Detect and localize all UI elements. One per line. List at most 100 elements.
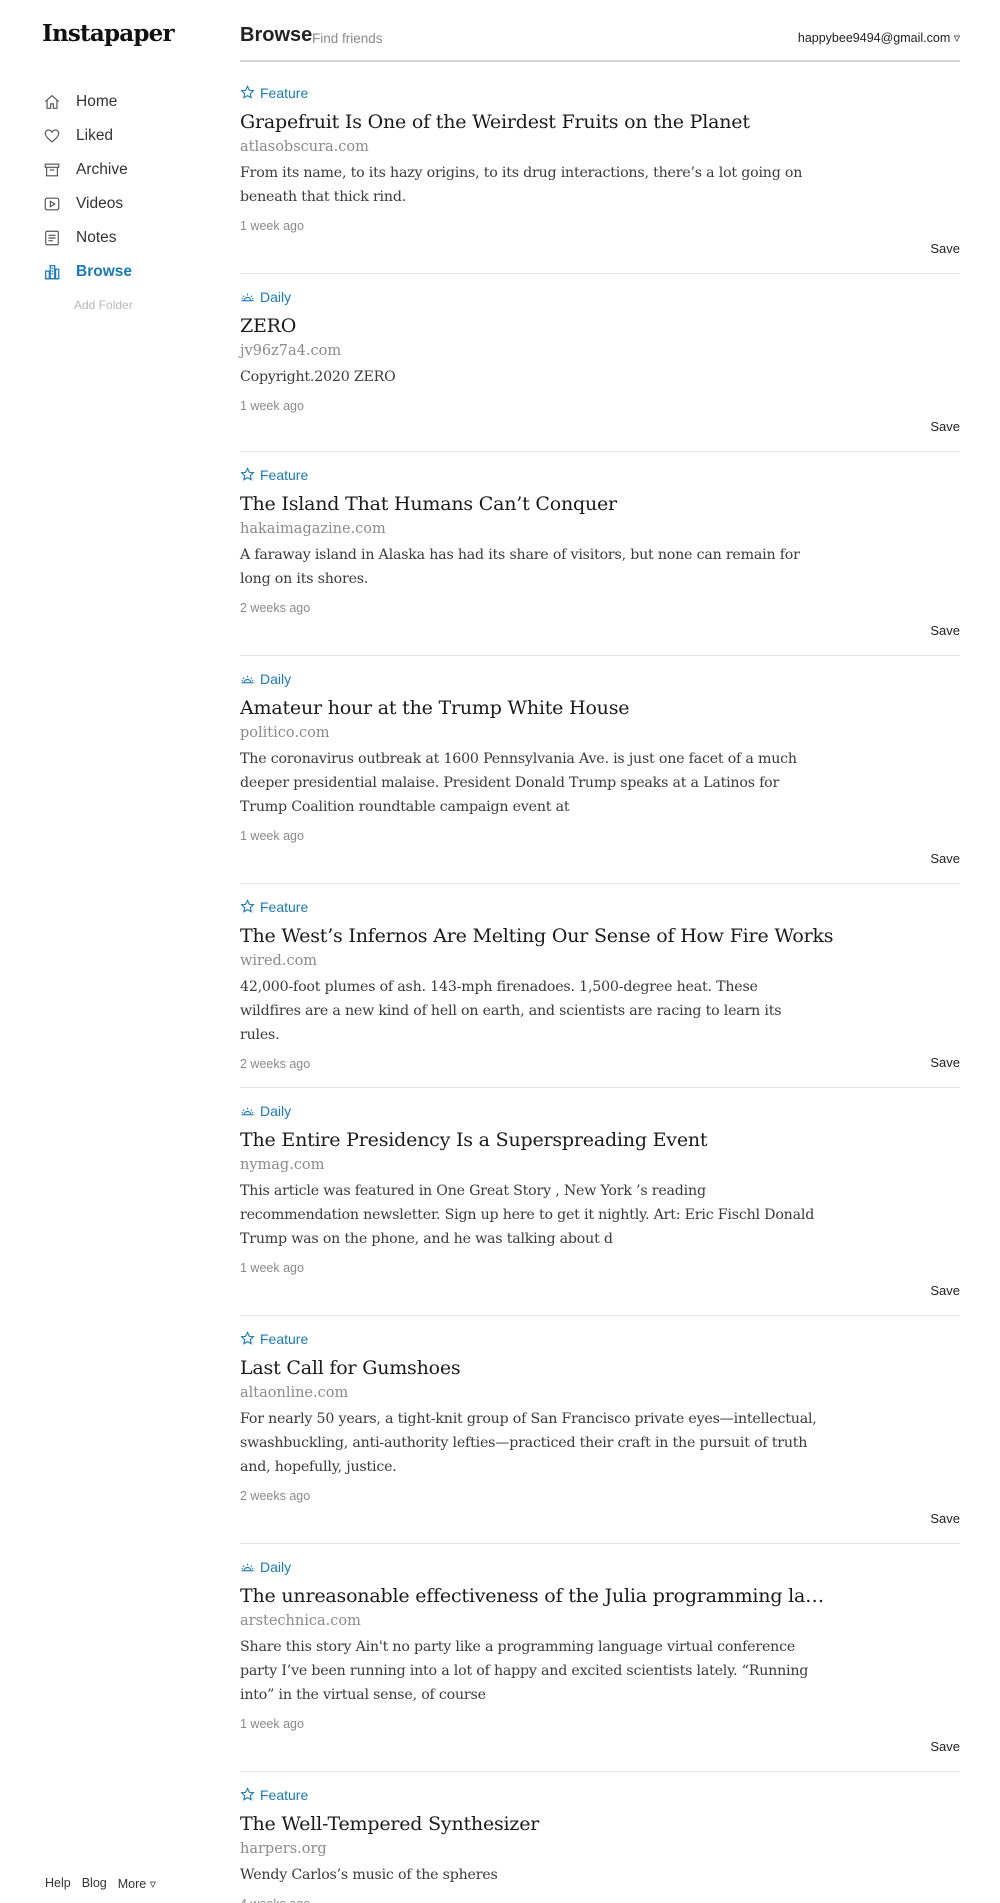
- article-tag-label: Daily: [260, 289, 292, 305]
- article-tag[interactable]: Daily: [240, 288, 960, 306]
- article-excerpt: Wendy Carlos’s music of the spheres: [240, 1867, 498, 1883]
- article-domain[interactable]: arstechnica.com: [240, 1608, 960, 1634]
- help-link[interactable]: Help: [45, 1876, 71, 1891]
- article-title[interactable]: ZERO: [240, 313, 835, 339]
- article-tag[interactable]: Daily: [240, 670, 960, 688]
- article-excerpt: The coronavirus outbreak at 1600 Pennsyl…: [240, 751, 797, 815]
- find-friends-link[interactable]: Find friends: [312, 31, 383, 46]
- article-timestamp: 1 week ago: [240, 399, 304, 413]
- article-excerpt: From its name, to its hazy origins, to i…: [240, 165, 803, 205]
- star-icon: [240, 1787, 256, 1803]
- sidebar-item-label: Videos: [76, 195, 124, 212]
- article-tag[interactable]: Feature: [240, 84, 960, 102]
- sunrise-icon: [240, 1103, 256, 1119]
- article-card[interactable]: Daily Amateur hour at the Trump White Hou…: [240, 656, 960, 884]
- more-menu[interactable]: More ▿: [118, 1876, 156, 1891]
- blog-link[interactable]: Blog: [82, 1876, 107, 1891]
- sidebar-item-videos[interactable]: Videos: [42, 187, 132, 221]
- article-tag-label: Feature: [260, 85, 309, 101]
- sunrise-icon: [240, 289, 256, 305]
- article-title[interactable]: The unreasonable effectiveness of the Ju…: [240, 1583, 835, 1609]
- article-title[interactable]: Amateur hour at the Trump White House: [240, 695, 835, 721]
- sidebar-item-label: Browse: [76, 263, 132, 280]
- article-domain[interactable]: altaonline.com: [240, 1380, 960, 1406]
- article-tag-label: Feature: [260, 899, 309, 915]
- article-card[interactable]: Feature Last Call for Gumshoes altaonline.…: [240, 1316, 960, 1544]
- article-timestamp: 2 weeks ago: [240, 1489, 311, 1503]
- star-icon: [240, 1331, 256, 1347]
- sidebar-item-label: Archive: [76, 161, 128, 178]
- article-timestamp: 1 week ago: [240, 1261, 304, 1275]
- article-card[interactable]: Daily The unreasonable effectiveness of t…: [240, 1544, 960, 1772]
- article-title[interactable]: Grapefruit Is One of the Weirdest Fruits…: [240, 109, 835, 135]
- sidebar-item-browse[interactable]: Browse: [42, 255, 132, 289]
- play-video-icon: [42, 194, 62, 214]
- archive-box-icon: [42, 160, 62, 180]
- article-excerpt: For nearly 50 years, a tight-knit group …: [240, 1411, 817, 1475]
- article-domain[interactable]: jv96z7a4.com: [240, 338, 960, 364]
- article-tag-label: Daily: [260, 671, 292, 687]
- user-account-menu[interactable]: happybee9494@gmail.com ▿: [798, 30, 960, 45]
- article-tag[interactable]: Daily: [240, 1558, 960, 1576]
- sidebar-item-label: Home: [76, 93, 118, 110]
- sunrise-icon: [240, 1559, 256, 1575]
- article-timestamp: 2 weeks ago: [240, 601, 311, 615]
- star-icon: [240, 899, 256, 915]
- save-button[interactable]: Save: [930, 1739, 960, 1754]
- save-button[interactable]: Save: [930, 851, 960, 866]
- article-tag[interactable]: Daily: [240, 1102, 960, 1120]
- save-button[interactable]: Save: [930, 241, 960, 256]
- star-icon: [240, 85, 256, 101]
- article-tag-label: Daily: [260, 1559, 292, 1575]
- add-folder-link[interactable]: Add Folder: [74, 298, 133, 312]
- sidebar-item-notes[interactable]: Notes: [42, 221, 132, 255]
- article-excerpt: Share this story Ain't no party like a p…: [240, 1639, 809, 1703]
- notes-icon: [42, 228, 62, 248]
- home-icon: [42, 92, 62, 112]
- save-button[interactable]: Save: [930, 623, 960, 638]
- article-timestamp: 4 weeks ago: [240, 1896, 960, 1903]
- article-title[interactable]: The Entire Presidency Is a Superspreadin…: [240, 1127, 835, 1153]
- sidebar-item-archive[interactable]: Archive: [42, 153, 132, 187]
- star-icon: [240, 467, 256, 483]
- article-title[interactable]: The West’s Infernos Are Melting Our Sens…: [240, 923, 835, 949]
- footer-links: Help Blog More ▿: [45, 1876, 156, 1891]
- article-title[interactable]: The Well-Tempered Synthesizer: [240, 1811, 835, 1837]
- article-domain[interactable]: politico.com: [240, 720, 960, 746]
- article-tag[interactable]: Feature: [240, 466, 960, 484]
- article-domain[interactable]: nymag.com: [240, 1152, 960, 1178]
- article-domain[interactable]: hakaimagazine.com: [240, 516, 960, 542]
- article-card[interactable]: Feature The West’s Infernos Are Melting O…: [240, 884, 960, 1088]
- article-card[interactable]: Daily The Entire Presidency Is a Superspr…: [240, 1088, 960, 1316]
- sidebar-item-label: Notes: [76, 229, 117, 246]
- page-header: Browse Find friends happybee9494@gmail.c…: [240, 22, 960, 62]
- article-timestamp: 1 week ago: [240, 1717, 304, 1731]
- article-domain[interactable]: harpers.org: [240, 1836, 960, 1862]
- article-excerpt: Copyright.2020 ZERO: [240, 369, 396, 385]
- save-button[interactable]: Save: [930, 1055, 960, 1070]
- article-tag[interactable]: Feature: [240, 1330, 960, 1348]
- article-domain[interactable]: wired.com: [240, 948, 960, 974]
- article-timestamp: 1 week ago: [240, 829, 304, 843]
- save-button[interactable]: Save: [930, 1511, 960, 1526]
- page-title: Browse: [240, 24, 313, 46]
- browse-buildings-icon: [42, 262, 62, 282]
- sunrise-icon: [240, 671, 256, 687]
- save-button[interactable]: Save: [930, 1283, 960, 1298]
- article-tag[interactable]: Feature: [240, 898, 960, 916]
- article-card[interactable]: Feature The Island That Humans Can’t Conq…: [240, 452, 960, 656]
- article-excerpt: A faraway island in Alaska has had its s…: [240, 547, 800, 587]
- article-tag[interactable]: Feature: [240, 1786, 960, 1804]
- article-timestamp: 1 week ago: [240, 219, 304, 233]
- article-card[interactable]: Daily ZERO jv96z7a4.com Copyright.2020 ZERO…: [240, 274, 960, 452]
- save-button[interactable]: Save: [930, 419, 960, 434]
- article-card[interactable]: Feature Grapefruit Is One of the Weirdest…: [240, 70, 960, 274]
- sidebar-item-liked[interactable]: Liked: [42, 119, 132, 153]
- sidebar-nav: Home Liked Archive Videos Notes Browse: [42, 85, 132, 289]
- sidebar-item-home[interactable]: Home: [42, 85, 132, 119]
- article-title[interactable]: The Island That Humans Can’t Conquer: [240, 491, 835, 517]
- article-card[interactable]: Feature The Well-Tempered Synthesizer harp…: [240, 1772, 960, 1903]
- article-title[interactable]: Last Call for Gumshoes: [240, 1355, 835, 1381]
- instapaper-logo[interactable]: Instapaper: [42, 20, 175, 47]
- article-domain[interactable]: atlasobscura.com: [240, 134, 960, 160]
